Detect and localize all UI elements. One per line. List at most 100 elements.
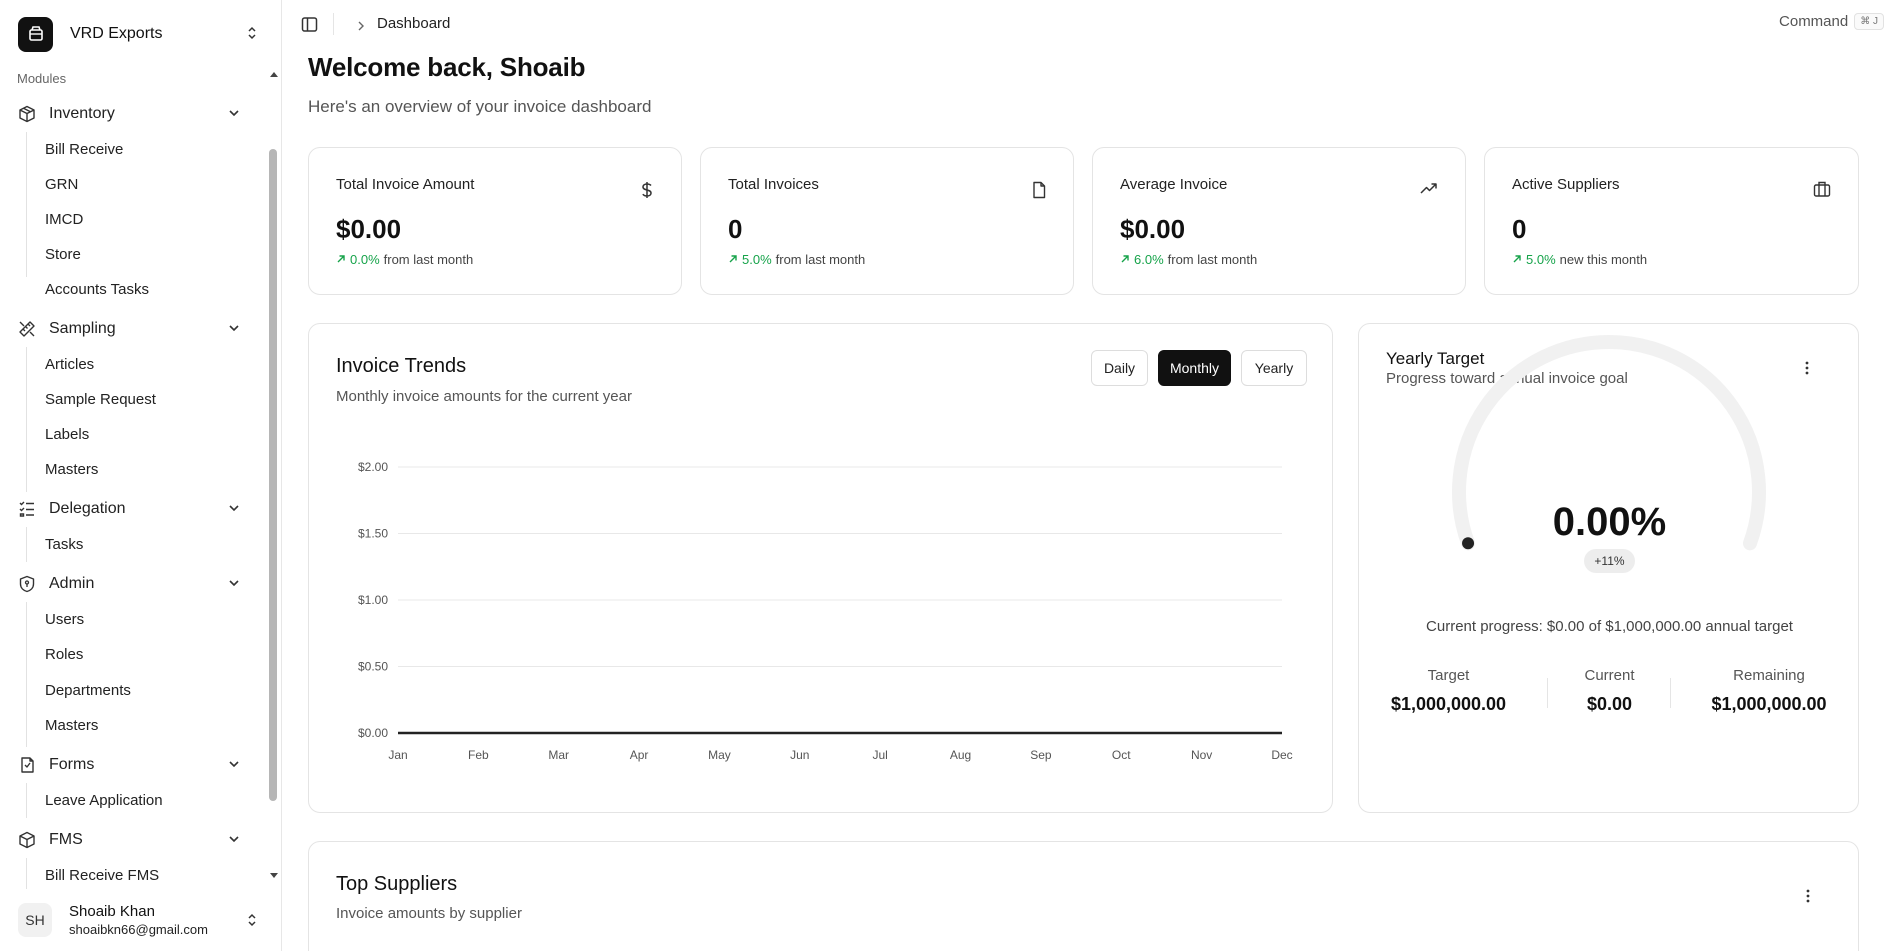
- chevrons-up-down-icon[interactable]: [246, 912, 258, 933]
- scroll-up-arrow-icon[interactable]: [270, 72, 278, 77]
- stat-change: 5.0% new this month: [1512, 252, 1647, 267]
- sidebar-group-delegation[interactable]: Delegation: [17, 494, 247, 524]
- user-menu[interactable]: SH Shoaib Khan shoaibkn66@gmail.com: [18, 898, 258, 942]
- sidebar-group-label: Forms: [49, 756, 95, 773]
- top-suppliers-card: Top Suppliers Invoice amounts by supplie…: [308, 841, 1859, 951]
- modules-label: Modules: [17, 71, 67, 86]
- sidebar-item-users[interactable]: Users: [45, 607, 84, 633]
- sidebar-item-labels[interactable]: Labels: [45, 422, 89, 448]
- invoice-trends-chart: $0.00 $0.50 $1.00 $1.50 $2.00 Jan Feb Mar Apr May…: [358, 460, 1293, 762]
- chevron-down-icon: [227, 321, 241, 340]
- submenu-divider: [26, 347, 27, 492]
- remaining-column: Remaining $1,000,000.00: [1705, 667, 1833, 715]
- x-tick-label: Apr: [630, 748, 649, 762]
- list-checks-icon: [17, 499, 37, 519]
- gauge-percent: 0.00%: [1552, 500, 1667, 544]
- divider: [1547, 678, 1548, 708]
- breadcrumb[interactable]: Dashboard: [377, 15, 450, 32]
- arrow-up-right-icon: [1120, 252, 1130, 267]
- sidebar-item-masters[interactable]: Masters: [45, 457, 98, 483]
- user-email: shoaibkn66@gmail.com: [69, 922, 208, 937]
- top-header: Dashboard Command ⌘ J: [283, 0, 1902, 50]
- file-icon: [1032, 181, 1046, 204]
- building-icon: [1813, 181, 1831, 202]
- x-tick-label: May: [708, 748, 731, 762]
- dollar-icon: [640, 181, 654, 204]
- shield-icon: [17, 574, 37, 594]
- sidebar-item-roles[interactable]: Roles: [45, 642, 83, 668]
- x-tick-label: Oct: [1112, 748, 1131, 762]
- target-label: Target: [1427, 667, 1470, 684]
- sidebar-item-tasks[interactable]: Tasks: [45, 532, 83, 558]
- command-menu-button[interactable]: Command ⌘ J: [1779, 13, 1884, 30]
- sidebar-item-articles[interactable]: Articles: [45, 352, 94, 378]
- arrow-up-right-icon: [728, 252, 738, 267]
- sidebar-item-sample-request[interactable]: Sample Request: [45, 387, 156, 413]
- stat-title: Average Invoice: [1120, 176, 1228, 193]
- org-switcher[interactable]: VRD Exports: [18, 16, 258, 52]
- x-tick-label: Jan: [388, 748, 407, 762]
- scroll-down-arrow-icon[interactable]: [270, 873, 278, 878]
- submenu-divider: [26, 783, 27, 818]
- sidebar-group-inventory[interactable]: Inventory: [17, 99, 247, 129]
- stat-title: Total Invoice Amount: [336, 176, 475, 193]
- scrollbar-thumb[interactable]: [269, 149, 277, 801]
- more-vertical-icon[interactable]: [1805, 888, 1811, 909]
- sidebar-toggle-icon[interactable]: [301, 16, 318, 38]
- stat-card-average-invoice: Average Invoice $0.00 6.0% from last mon…: [1092, 147, 1466, 295]
- progress-text: Current progress: $0.00 of $1,000,000.00…: [1426, 618, 1793, 635]
- stat-value: 0: [728, 214, 743, 244]
- sidebar-item-leave-application[interactable]: Leave Application: [45, 788, 163, 814]
- stat-card-total-invoices: Total Invoices 0 5.0% from last month: [700, 147, 1074, 295]
- submenu-divider: [26, 132, 27, 277]
- sidebar-item-accounts-tasks[interactable]: Accounts Tasks: [45, 277, 149, 303]
- invoice-trends-card: Invoice Trends Monthly invoice amounts f…: [308, 323, 1333, 813]
- x-tick-label: Feb: [468, 748, 489, 762]
- x-tick-label: Jul: [873, 748, 888, 762]
- stat-change-suffix: from last month: [1167, 252, 1258, 267]
- stat-change-suffix: new this month: [1559, 252, 1648, 267]
- sidebar-group-label: Inventory: [49, 105, 115, 122]
- page-title: Welcome back, Shoaib: [308, 52, 586, 82]
- sidebar-group-sampling[interactable]: Sampling: [17, 314, 247, 344]
- sidebar-group-label: FMS: [49, 831, 83, 848]
- y-tick-label: $2.00: [358, 460, 388, 474]
- sidebar-group-forms[interactable]: Forms: [17, 750, 247, 780]
- stat-change-pct: 0.0%: [350, 252, 380, 267]
- chevron-right-icon: [356, 19, 366, 37]
- org-logo-icon: [18, 16, 53, 52]
- stat-card-total-invoice-amount: Total Invoice Amount $0.00 0.0% from las…: [308, 147, 682, 295]
- stat-title: Active Suppliers: [1512, 176, 1620, 193]
- avatar: SH: [18, 903, 52, 937]
- y-tick-label: $0.00: [358, 726, 388, 740]
- sidebar-item-admin-masters[interactable]: Masters: [45, 713, 98, 739]
- remaining-label: Remaining: [1733, 667, 1805, 684]
- user-name: Shoaib Khan: [69, 903, 155, 920]
- sidebar-item-bill-receive-fms[interactable]: Bill Receive FMS: [45, 863, 159, 889]
- target-column: Target $1,000,000.00: [1386, 667, 1511, 715]
- stat-change-pct: 5.0%: [1526, 252, 1556, 267]
- x-tick-label: Nov: [1191, 748, 1212, 762]
- sidebar-item-store[interactable]: Store: [45, 242, 81, 268]
- command-label: Command: [1779, 13, 1849, 30]
- card-subtitle: Invoice amounts by supplier: [336, 905, 522, 922]
- sidebar-item-departments[interactable]: Departments: [45, 678, 131, 704]
- stat-change-pct: 6.0%: [1134, 252, 1164, 267]
- stat-change: 5.0% from last month: [728, 252, 865, 267]
- package-icon: [17, 830, 37, 850]
- y-tick-label: $0.50: [358, 660, 388, 674]
- current-value: $0.00: [1586, 694, 1633, 714]
- sidebar-item-bill-receive[interactable]: Bill Receive: [45, 137, 123, 163]
- stat-change: 6.0% from last month: [1120, 252, 1257, 267]
- chevrons-up-down-icon[interactable]: [246, 25, 258, 46]
- sidebar-group-fms[interactable]: FMS: [17, 825, 247, 855]
- card-title: Top Suppliers: [336, 873, 458, 895]
- submenu-divider: [26, 527, 27, 562]
- stat-title: Total Invoices: [728, 176, 819, 193]
- sidebar-scrollbar[interactable]: [268, 66, 280, 889]
- stat-value: $0.00: [1120, 214, 1186, 244]
- arrow-up-right-icon: [336, 252, 346, 267]
- sidebar-group-admin[interactable]: Admin: [17, 569, 247, 599]
- sidebar-item-imcd[interactable]: IMCD: [45, 207, 83, 233]
- sidebar-item-grn[interactable]: GRN: [45, 172, 78, 198]
